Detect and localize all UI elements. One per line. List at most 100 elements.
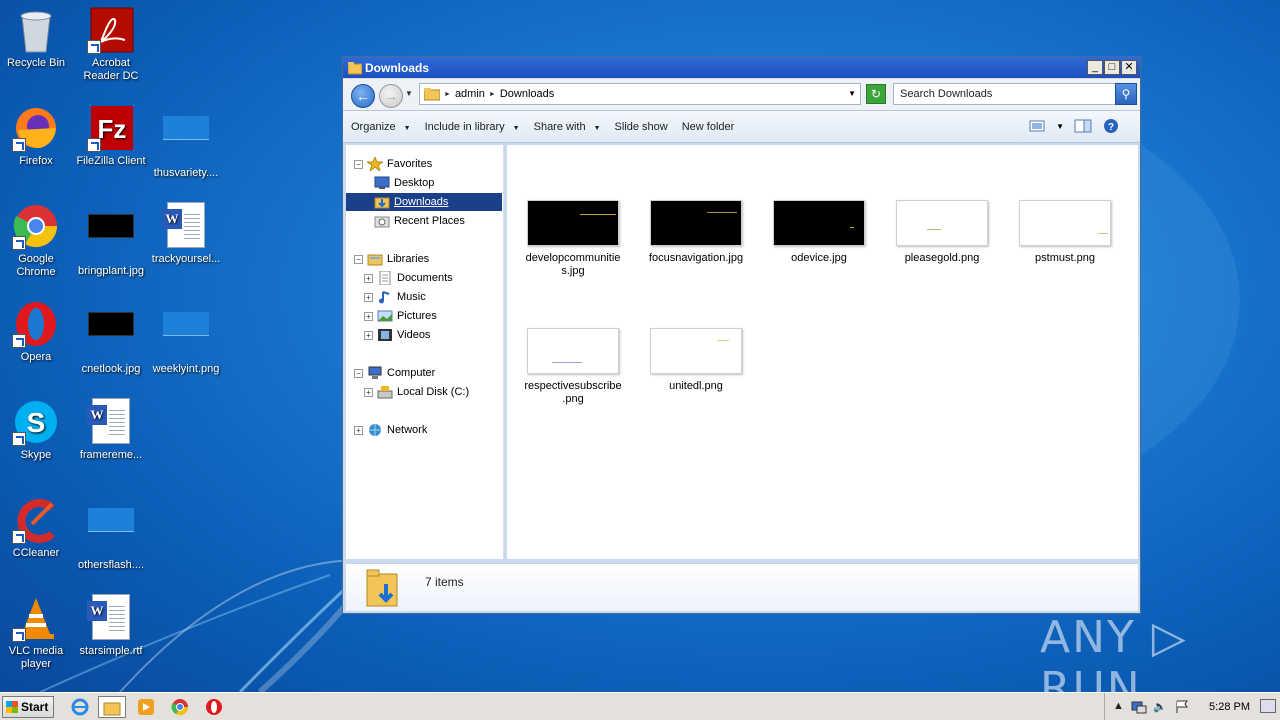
desktop-icon-label: FileZilla Client (76, 155, 146, 167)
desktop-icon-opera[interactable]: Opera (0, 300, 74, 364)
expand-icon[interactable]: + (364, 330, 373, 340)
address-bar[interactable]: ► admin ► Downloads ▼ (419, 83, 861, 105)
taskbar-opera[interactable] (200, 696, 228, 718)
minimize-button[interactable]: _ (1087, 60, 1103, 75)
collapse-icon[interactable]: − (354, 159, 363, 169)
desktop-icon-cnetlook[interactable]: cnetlook.jpg (73, 300, 149, 376)
desktop-icon-trackyourself[interactable]: trackyoursel... (148, 202, 224, 266)
taskbar-chrome[interactable] (166, 696, 194, 718)
tree-recent-places[interactable]: Recent Places (374, 212, 465, 230)
tree-documents[interactable]: + Documents (364, 269, 453, 287)
desktop-icon-chrome[interactable]: Google Chrome (0, 202, 74, 279)
opera-icon (206, 699, 222, 715)
back-button[interactable]: ← (351, 84, 375, 108)
expand-icon[interactable]: + (364, 311, 373, 321)
item-count: 7 items (425, 575, 464, 589)
forward-button[interactable]: → (379, 84, 403, 108)
taskbar-media-player[interactable] (132, 696, 160, 718)
desktop-icon-thusvariety[interactable]: thusvariety.... (148, 104, 224, 180)
network-status-icon[interactable] (1131, 700, 1147, 714)
desktop-icon-firefox[interactable]: Firefox (0, 104, 74, 168)
desktop-icon-ccleaner[interactable]: CCleaner (0, 496, 74, 560)
expand-icon[interactable]: + (364, 387, 373, 397)
desktop-icon-bringplant[interactable]: bringplant.jpg (73, 202, 149, 278)
breadcrumb-admin[interactable]: admin (455, 88, 485, 100)
ccleaner-icon (12, 496, 60, 544)
shortcut-arrow-icon (12, 236, 26, 250)
preview-pane-icon[interactable] (1074, 118, 1092, 134)
new-folder-button[interactable]: New folder (682, 121, 735, 133)
videos-icon (378, 329, 392, 341)
expand-icon[interactable]: + (354, 425, 363, 435)
expand-icon[interactable]: + (364, 273, 373, 283)
filezilla-icon: Fz (87, 104, 135, 152)
file-item[interactable]: odevice.jpg (769, 200, 869, 265)
chevron-right-icon[interactable]: ► (489, 91, 496, 98)
tree-downloads[interactable]: Downloads (346, 193, 502, 211)
firefox-icon (12, 104, 60, 152)
collapse-icon[interactable]: − (354, 368, 363, 378)
view-options-dropdown-icon[interactable]: ▼ (1056, 122, 1064, 131)
desktop-icon-acrobat[interactable]: Acrobat Reader DC (73, 6, 149, 83)
tree-computer[interactable]: − Computer (354, 364, 435, 382)
share-with-menu[interactable]: Share with ▼ (534, 121, 601, 133)
network-icon (369, 424, 381, 436)
file-item[interactable]: unitedl.png (646, 328, 746, 393)
volume-icon[interactable]: 🔈 (1153, 700, 1167, 713)
desktop-icon-label: Opera (20, 351, 52, 363)
maximize-button[interactable]: □ (1104, 60, 1120, 75)
desktop-icon-skype[interactable]: S Skype (0, 398, 74, 462)
organize-menu[interactable]: Organize ▼ (351, 121, 411, 133)
taskbar-windows-explorer[interactable] (98, 696, 126, 718)
desktop-icon-vlc[interactable]: VLC media player (0, 594, 74, 671)
desktop-icon-recycle-bin[interactable]: Recycle Bin (0, 6, 74, 70)
tree-libraries[interactable]: − Libraries (354, 250, 429, 268)
close-button[interactable]: ✕ (1121, 60, 1137, 75)
desktop-icon-label: trackyoursel... (151, 253, 221, 265)
tree-desktop[interactable]: Desktop (374, 174, 434, 192)
tree-music[interactable]: + Music (364, 288, 426, 306)
tree-videos[interactable]: + Videos (364, 326, 430, 344)
desktop-icon-filezilla[interactable]: Fz FileZilla Client (73, 104, 149, 168)
desktop-icon-framereme[interactable]: framereme... (73, 398, 149, 462)
show-desktop-button[interactable] (1260, 699, 1276, 713)
taskbar-internet-explorer[interactable] (66, 696, 94, 718)
desktop-icon-label: Recycle Bin (6, 57, 66, 69)
image-thumbnail (527, 200, 619, 246)
slide-show-button[interactable]: Slide show (615, 121, 668, 133)
change-view-icon[interactable] (1028, 118, 1046, 134)
help-icon[interactable]: ? (1102, 118, 1120, 134)
breadcrumb-downloads[interactable]: Downloads (500, 88, 554, 100)
address-dropdown-icon[interactable]: ▼ (848, 89, 856, 98)
start-button[interactable]: Start (2, 696, 54, 718)
show-hidden-icons-icon[interactable]: ▲ (1113, 700, 1124, 712)
downloads-folder-icon (374, 197, 390, 209)
shortcut-arrow-icon (12, 334, 26, 348)
collapse-icon[interactable]: − (354, 254, 363, 264)
file-item[interactable]: focusnavigation.jpg (646, 200, 746, 265)
recent-places-icon (374, 216, 390, 228)
file-item[interactable]: respectivesubscribe .png (523, 328, 623, 406)
file-item[interactable]: pleasegold.png (892, 200, 992, 265)
recent-pages-dropdown-icon[interactable]: ▼ (405, 89, 413, 98)
tree-local-disk[interactable]: + Local Disk (C:) (364, 383, 469, 401)
desktop-icon-weeklyint[interactable]: weeklyint.png (148, 300, 224, 376)
action-center-flag-icon[interactable] (1175, 700, 1189, 714)
file-item[interactable]: pstmust.png (1015, 200, 1115, 265)
tree-network[interactable]: + Network (354, 421, 427, 439)
refresh-button[interactable]: ↻ (866, 84, 886, 104)
documents-icon (379, 271, 391, 285)
image-thumbnail (896, 200, 988, 246)
clock[interactable]: 5:28 PM (1209, 701, 1250, 713)
shortcut-arrow-icon (12, 628, 26, 642)
include-in-library-menu[interactable]: Include in library ▼ (425, 121, 520, 133)
desktop-icon-othersflash[interactable]: othersflash.... (73, 496, 149, 572)
title-bar[interactable]: Downloads _ □ ✕ (343, 57, 1140, 79)
search-input[interactable]: Search Downloads (893, 83, 1117, 105)
tree-pictures[interactable]: + Pictures (364, 307, 437, 325)
search-icon[interactable]: ⚲ (1115, 83, 1137, 105)
expand-icon[interactable]: + (364, 292, 373, 302)
tree-favorites[interactable]: − Favorites (354, 155, 432, 173)
file-item[interactable]: developcommunitie s.jpg (523, 200, 623, 278)
desktop-icon-starsimple[interactable]: starsimple.rtf (73, 594, 149, 658)
